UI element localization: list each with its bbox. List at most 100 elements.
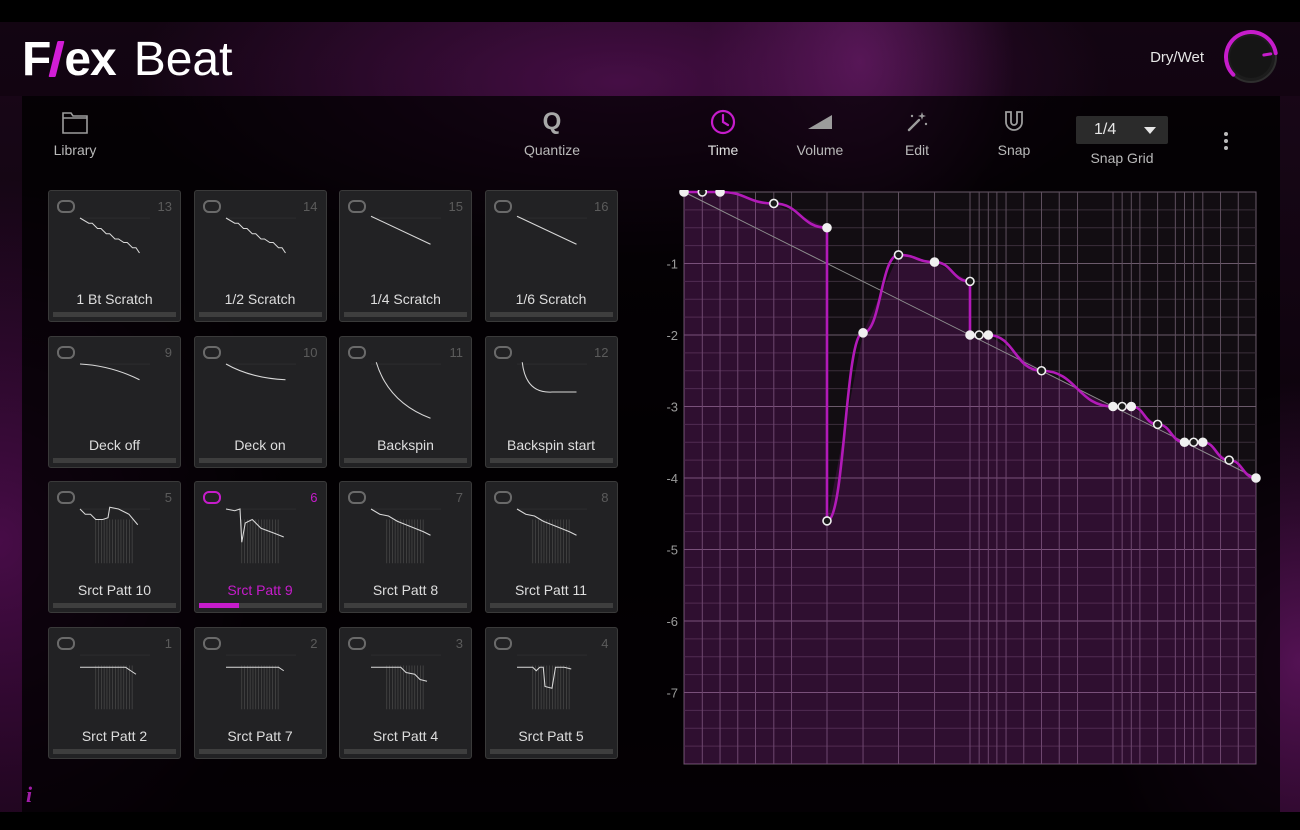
pad-progress-bar [198, 603, 322, 608]
main-panel: Library Q Quantize Time Volume Edit Snap… [22, 96, 1280, 812]
snap-label: Snap [997, 142, 1031, 158]
snap-grid-select[interactable]: 1/4 [1076, 116, 1168, 144]
chevron-down-icon [1144, 127, 1156, 134]
pad-progress-fill [198, 603, 240, 608]
pad-progress-bar [489, 603, 613, 608]
pad-13[interactable]: 1 Srct Patt 2 [48, 626, 181, 759]
loop-icon[interactable] [348, 345, 366, 359]
loop-icon[interactable] [57, 491, 75, 504]
curve-point-18[interactable] [1179, 437, 1190, 448]
curve-point-9[interactable] [965, 276, 975, 287]
pad-waveform [370, 508, 441, 564]
pad-progress-bar [344, 603, 467, 608]
pad-label: 1/6 Scratch [515, 291, 587, 307]
curve-point-16[interactable] [1126, 401, 1137, 412]
pad-progress-bar [344, 457, 467, 463]
curve-point-10[interactable] [965, 330, 975, 340]
loop-icon[interactable] [202, 491, 221, 504]
pad-1[interactable]: 13 1 Bt Scratch [48, 190, 181, 322]
curve-point-17[interactable] [1152, 419, 1163, 430]
loop-icon[interactable] [57, 345, 75, 359]
pad-9[interactable]: 5 Srct Patt 10 [48, 481, 181, 613]
pad-label: Backspin start [507, 436, 595, 453]
curve-point-21[interactable] [1224, 455, 1234, 465]
pad-2[interactable]: 14 1/2 Scratch [193, 190, 327, 322]
logo-text-beat: Beat [133, 32, 233, 86]
loop-icon[interactable] [57, 200, 75, 213]
more-vertical-icon[interactable] [1220, 132, 1232, 156]
pad-number: 5 [164, 490, 172, 505]
folder-icon [61, 104, 89, 140]
y-tick-label: -5 [666, 543, 678, 558]
volume-tab[interactable]: Volume [790, 104, 850, 158]
loop-icon[interactable] [348, 200, 366, 213]
loop-icon[interactable] [202, 200, 221, 213]
loop-icon[interactable] [202, 636, 221, 650]
pad-5[interactable]: 9 Deck off [48, 335, 181, 468]
curve-point-13[interactable] [1036, 365, 1047, 376]
curve-point-19[interactable] [1188, 437, 1199, 448]
pad-6[interactable]: 10 Deck on [193, 335, 327, 468]
loop-icon[interactable] [348, 636, 366, 650]
info-icon[interactable]: i [26, 782, 32, 808]
pad-waveform [516, 215, 587, 245]
curve-point-2[interactable] [715, 190, 725, 197]
curve-point-6[interactable] [858, 328, 868, 338]
pad-12[interactable]: 8 Srct Patt 11 [484, 481, 618, 613]
loop-icon[interactable] [493, 345, 512, 359]
loop-icon[interactable] [493, 200, 512, 213]
pad-14[interactable]: 2 Srct Patt 7 [193, 626, 327, 759]
pad-number: 16 [594, 199, 609, 214]
pad-10[interactable]: 6 Srct Patt 9 [193, 481, 327, 613]
pad-progress-bar [198, 312, 322, 317]
library-button[interactable]: Library [46, 104, 104, 158]
pad-number: 3 [455, 635, 463, 651]
pad-waveform [79, 506, 150, 564]
curve-point-4[interactable] [822, 222, 832, 233]
curve-point-3[interactable] [769, 198, 779, 209]
pad-waveform [370, 215, 441, 245]
pad-16[interactable]: 4 Srct Patt 5 [484, 626, 618, 759]
pad-number: 15 [448, 199, 463, 214]
loop-icon[interactable] [493, 636, 512, 650]
pad-label: 1 Bt Scratch [76, 291, 153, 307]
curve-point-8[interactable] [929, 257, 940, 267]
time-tab[interactable]: Time [696, 104, 750, 158]
pad-number: 10 [303, 344, 318, 360]
curve-point-7[interactable] [893, 250, 904, 260]
header-bar: F ex Beat Dry/Wet [0, 22, 1300, 96]
magnet-icon [1002, 104, 1026, 140]
pad-7[interactable]: 11 Backspin [339, 335, 472, 468]
pad-progress-bar [344, 748, 467, 754]
curve-point-20[interactable] [1198, 437, 1208, 448]
pad-number: 9 [164, 344, 172, 360]
curve-point-12[interactable] [983, 330, 994, 340]
drywet-knob[interactable] [1222, 28, 1280, 86]
pad-4[interactable]: 16 1/6 Scratch [484, 190, 618, 322]
curve-point-5[interactable] [822, 516, 832, 526]
pad-8[interactable]: 12 Backspin start [484, 335, 618, 468]
pad-progress-bar [53, 312, 176, 317]
pad-progress-bar [53, 748, 176, 754]
curve-point-1[interactable] [697, 190, 708, 197]
curve-point-22[interactable] [1251, 473, 1261, 483]
loop-icon[interactable] [202, 345, 221, 359]
pad-waveform [79, 217, 150, 254]
loop-icon[interactable] [493, 491, 512, 504]
curve-point-0[interactable] [679, 190, 689, 197]
pad-waveform [79, 362, 150, 380]
time-curve-editor[interactable]: -1 -2 -3 -4 -5 -6 -7 [662, 190, 1262, 790]
loop-icon[interactable] [348, 491, 366, 504]
pad-11[interactable]: 7 Srct Patt 8 [339, 481, 472, 613]
pad-3[interactable]: 15 1/4 Scratch [339, 190, 472, 322]
pad-15[interactable]: 3 Srct Patt 4 [339, 626, 472, 759]
curve-point-14[interactable] [1108, 401, 1118, 412]
curve-point-15[interactable] [1117, 401, 1127, 412]
pad-waveform [516, 654, 587, 709]
edit-tab[interactable]: Edit [896, 104, 938, 158]
snap-toggle[interactable]: Snap [994, 104, 1034, 158]
loop-icon[interactable] [57, 636, 75, 650]
pad-progress-bar [53, 457, 176, 463]
curve-point-11[interactable] [974, 330, 984, 340]
quantize-button[interactable]: Q Quantize [518, 104, 586, 158]
